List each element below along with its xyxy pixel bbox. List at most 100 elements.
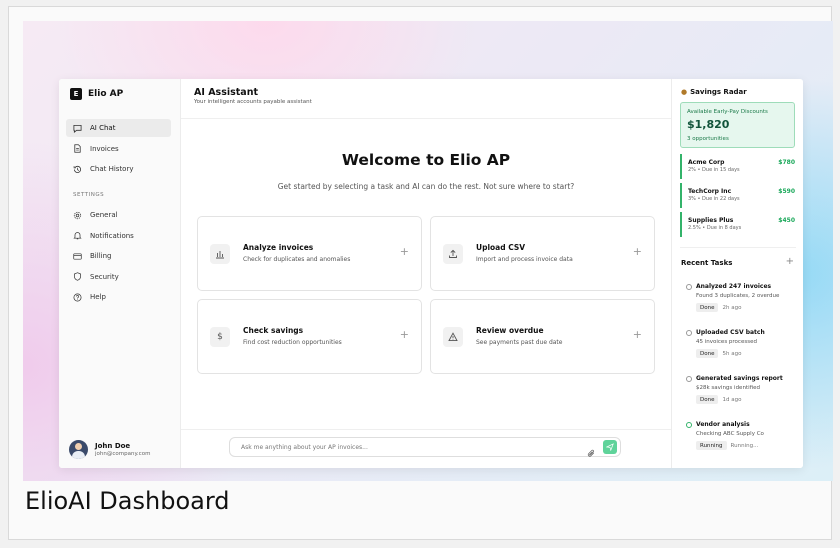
bar-chart-icon <box>210 244 230 264</box>
task-title: Uploaded CSV batch <box>696 329 765 336</box>
card-description: Check for duplicates and anomalies <box>243 256 351 263</box>
sidebar-item-label: Security <box>90 272 119 281</box>
user-email: john@company.com <box>95 451 151 457</box>
vendor-meta: 2% • Due in 15 days <box>688 167 740 173</box>
task-time: Running... <box>730 442 759 449</box>
page-title: AI Assistant <box>194 87 259 98</box>
sidebar: E Elio AP AI Chat Invoices Chat History … <box>59 79 181 468</box>
brand-name: Elio AP <box>88 89 124 99</box>
card-review-overdue[interactable]: Review overdue See payments past due dat… <box>430 299 655 374</box>
card-title: Upload CSV <box>476 243 526 252</box>
task-item[interactable]: Generated savings report $28k savings id… <box>686 375 798 404</box>
dashboard-caption: ElioAI Dashboard <box>25 487 230 515</box>
vendor-meta: 3% • Due in 22 days <box>688 196 740 202</box>
sidebar-item-chat-history[interactable]: Chat History <box>66 160 171 178</box>
status-badge: Running <box>696 441 727 450</box>
vendor-amount: $780 <box>778 159 795 166</box>
plus-icon: + <box>632 245 642 258</box>
shield-icon <box>73 272 82 281</box>
vendor-meta: 2.5% • Due in 8 days <box>688 225 742 231</box>
footer-divider <box>181 429 671 430</box>
sidebar-item-label: Invoices <box>90 144 119 153</box>
card-description: Find cost reduction opportunities <box>243 339 342 346</box>
header-divider <box>181 118 671 119</box>
credit-card-icon <box>73 252 82 261</box>
sidebar-item-invoices[interactable]: Invoices <box>66 140 171 158</box>
task-title: Analyzed 247 invoices <box>696 283 772 290</box>
user-info: John Doe john@company.com <box>95 442 150 457</box>
settings-section-label: SETTINGS <box>73 192 105 198</box>
vendor-discount-item[interactable]: TechCorp Inc 3% • Due in 22 days $590 <box>680 183 795 208</box>
task-time: 1d ago <box>722 396 742 403</box>
brand-logo-icon: E <box>70 88 82 100</box>
app-window: E Elio AP AI Chat Invoices Chat History … <box>59 79 803 468</box>
recent-tasks-title: Recent Tasks <box>681 259 733 267</box>
sidebar-item-general[interactable]: General <box>66 206 171 224</box>
sidebar-nav: AI Chat Invoices Chat History SETTINGS G… <box>66 119 171 309</box>
page-header: AI Assistant Your intelligent accounts p… <box>194 87 312 105</box>
card-analyze-invoices[interactable]: Analyze invoices Check for duplicates an… <box>197 216 422 291</box>
sidebar-item-label: Help <box>90 293 106 301</box>
send-icon <box>606 443 614 451</box>
task-item[interactable]: Analyzed 247 invoices Found 3 duplicates… <box>686 283 798 312</box>
card-upload-csv[interactable]: Upload CSV Import and process invoice da… <box>430 216 655 291</box>
bell-icon <box>73 231 82 240</box>
task-item[interactable]: Vendor analysis Checking ABC Supply Co R… <box>686 421 798 450</box>
page-subtitle: Your intelligent accounts payable assist… <box>194 99 312 105</box>
vendor-name: Acme Corp <box>688 159 725 166</box>
task-detail: Found 3 duplicates, 2 overdue <box>696 293 780 299</box>
sidebar-item-label: General <box>90 211 118 219</box>
card-check-savings[interactable]: $ Check savings Find cost reduction oppo… <box>197 299 422 374</box>
sidebar-item-security[interactable]: Security <box>66 268 171 286</box>
upload-icon <box>443 244 463 264</box>
money-bag-icon: ● <box>681 88 688 96</box>
dollar-icon: $ <box>210 327 230 347</box>
paperclip-icon[interactable] <box>587 443 596 457</box>
task-item[interactable]: Uploaded CSV batch 45 invoices processed… <box>686 329 798 358</box>
user-profile[interactable]: John Doe john@company.com <box>69 440 150 459</box>
early-pay-summary[interactable]: Available Early-Pay Discounts $1,820 3 o… <box>680 102 795 148</box>
screenshot-frame: E Elio AP AI Chat Invoices Chat History … <box>8 6 833 540</box>
sidebar-item-billing[interactable]: Billing <box>66 247 171 265</box>
document-icon <box>73 144 82 153</box>
task-status-icon <box>686 283 692 290</box>
right-panel: ● Savings Radar Available Early-Pay Disc… <box>671 79 803 468</box>
sidebar-item-notifications[interactable]: Notifications <box>66 227 171 245</box>
add-task-button[interactable]: + <box>786 256 794 267</box>
chat-icon <box>73 124 82 133</box>
sidebar-item-help[interactable]: Help <box>66 288 171 306</box>
help-icon <box>73 293 82 302</box>
send-button[interactable] <box>603 440 617 454</box>
sidebar-item-label: Billing <box>90 252 112 260</box>
plus-icon: + <box>632 328 642 341</box>
vendor-name: TechCorp Inc <box>688 188 732 195</box>
task-time: 5h ago <box>722 350 742 357</box>
history-icon <box>73 165 82 174</box>
card-title: Review overdue <box>476 326 544 335</box>
task-title: Vendor analysis <box>696 421 750 428</box>
card-title: Analyze invoices <box>243 243 314 252</box>
task-detail: 45 invoices processed <box>696 339 757 345</box>
brand[interactable]: E Elio AP <box>70 88 123 100</box>
avatar <box>69 440 88 459</box>
vendor-name: Supplies Plus <box>688 217 734 224</box>
sidebar-item-label: Notifications <box>90 231 134 240</box>
task-running-icon <box>686 421 692 428</box>
early-pay-amount: $1,820 <box>687 118 730 131</box>
welcome-heading: Welcome to Elio AP <box>341 151 511 169</box>
chat-input-placeholder: Ask me anything about your AP invoices..… <box>241 444 368 451</box>
sidebar-item-label: AI Chat <box>90 124 116 132</box>
sidebar-item-ai-chat[interactable]: AI Chat <box>66 119 171 137</box>
user-name: John Doe <box>95 442 131 450</box>
chat-input[interactable]: Ask me anything about your AP invoices..… <box>229 437 621 457</box>
vendor-amount: $590 <box>778 188 795 195</box>
task-status-icon <box>686 375 692 382</box>
welcome-subtext: Get started by selecting a task and AI c… <box>277 182 575 191</box>
card-title: Check savings <box>243 326 304 335</box>
plus-icon: + <box>399 328 409 341</box>
vendor-discount-item[interactable]: Acme Corp 2% • Due in 15 days $780 <box>680 154 795 179</box>
plus-icon: + <box>399 245 409 258</box>
gear-icon <box>73 211 82 220</box>
status-badge: Done <box>696 303 719 312</box>
vendor-discount-item[interactable]: Supplies Plus 2.5% • Due in 8 days $450 <box>680 212 795 237</box>
